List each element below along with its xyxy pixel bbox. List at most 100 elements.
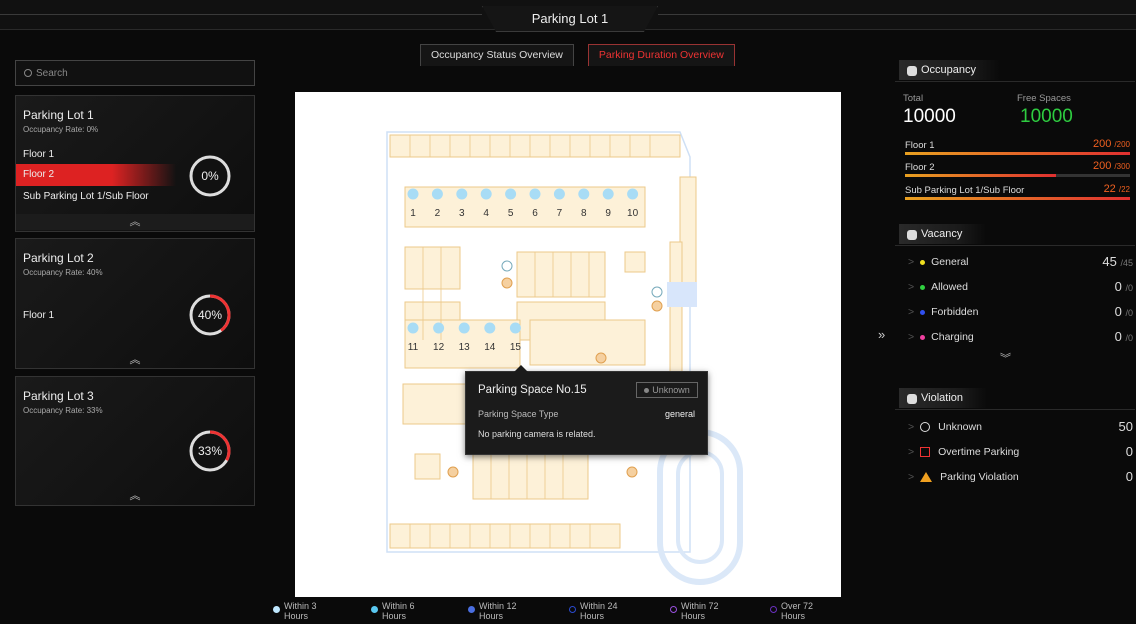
space-marker[interactable]	[456, 188, 468, 200]
legend-label: Within 72 Hours	[681, 601, 719, 621]
violation-row[interactable]: > Unknown 50	[908, 417, 1133, 437]
occupancy-bar	[905, 174, 1130, 177]
occupancy-icon	[907, 66, 917, 76]
space-number: 2	[435, 208, 441, 219]
tab-occupancy-status[interactable]: Occupancy Status Overview	[420, 44, 574, 66]
legend-item: Within 12 Hours	[468, 601, 534, 621]
header-line-left	[0, 14, 482, 15]
status-text: Unknown	[652, 385, 690, 395]
lot-card-2[interactable]: Parking Lot 2 Occupancy Rate: 40% Floor …	[15, 238, 255, 369]
space-marker[interactable]	[431, 188, 443, 200]
space-marker[interactable]	[407, 188, 419, 200]
camera-note: No parking camera is related.	[478, 429, 596, 439]
legend-dot	[670, 606, 677, 613]
space-marker[interactable]	[458, 322, 470, 334]
floor-item-selected[interactable]: Floor 2	[16, 164, 176, 186]
total-value: 10000	[903, 106, 956, 127]
legend-dot	[371, 606, 378, 613]
violation-title: Violation	[899, 388, 987, 408]
legend-label: Over 72 Hours	[781, 601, 814, 621]
expand-vacancy-icon[interactable]: ︾	[1000, 350, 1011, 366]
lot-list-panel: Search	[15, 60, 255, 86]
vacancy-row[interactable]: > Charging 0 /0	[908, 327, 1133, 347]
occupancy-ring: 33%	[188, 429, 232, 473]
violation-header: Violation	[895, 386, 1135, 410]
legend-item: Within 6 Hours	[371, 601, 437, 621]
space-number: 8	[581, 208, 587, 219]
lot-card-1[interactable]: Parking Lot 1 Occupancy Rate: 0% Floor 1…	[15, 95, 255, 232]
warning-icon	[920, 472, 933, 483]
legend-item: Within 24 Hours	[569, 601, 635, 621]
legend-label: Within 12 Hours	[479, 601, 517, 621]
space-marker[interactable]	[553, 188, 565, 200]
vacancy-row[interactable]: > Forbidden 0 /0	[908, 302, 1133, 322]
search-input[interactable]: Search	[15, 60, 255, 86]
vacancy-row[interactable]: > General 45 /45	[908, 252, 1133, 272]
lot-rate: Occupancy Rate: 33%	[23, 406, 103, 415]
occupancy-bar	[905, 197, 1130, 200]
legend-item: Within 72 Hours	[670, 601, 736, 621]
space-number: 5	[508, 208, 514, 219]
question-icon	[920, 422, 931, 433]
space-marker[interactable]	[602, 188, 614, 200]
occupancy-ring: 40%	[188, 293, 232, 337]
space-marker[interactable]	[578, 188, 590, 200]
tooltip-arrow	[514, 365, 528, 372]
space-marker[interactable]	[480, 188, 492, 200]
space-marker[interactable]	[407, 322, 419, 334]
lot-name: Parking Lot 2	[23, 251, 94, 265]
space-marker[interactable]	[529, 188, 541, 200]
occupancy-bar	[905, 152, 1130, 155]
occupancy-percent: 33%	[197, 444, 223, 458]
vacancy-icon	[907, 230, 917, 240]
header-line-right	[658, 14, 1136, 15]
search-placeholder: Search	[36, 67, 68, 79]
occupancy-ring: 0%	[188, 154, 232, 198]
occupancy-percent: 0%	[201, 169, 219, 183]
space-marker[interactable]	[509, 322, 521, 334]
legend-label: Within 6 Hours	[382, 601, 415, 621]
legend-dot	[273, 606, 280, 613]
violation-row[interactable]: > Overtime Parking 0	[908, 442, 1133, 462]
occupancy-title: Occupancy	[899, 60, 1001, 80]
status-badge: Unknown	[636, 382, 698, 398]
overtime-icon	[920, 447, 931, 458]
lot-card-3[interactable]: Parking Lot 3 Occupancy Rate: 33% 33% ︽	[15, 376, 255, 506]
expand-chevron-icon[interactable]: ︽	[16, 487, 254, 503]
space-number: 12	[433, 342, 445, 353]
space-number: 6	[532, 208, 538, 219]
space-marker[interactable]	[627, 188, 639, 200]
violation-row[interactable]: > Parking Violation 0	[908, 467, 1133, 487]
floor-item[interactable]: Floor 1	[16, 305, 176, 327]
legend-item: Within 3 Hours	[273, 601, 339, 621]
space-number: 3	[459, 208, 465, 219]
lot-rate: Occupancy Rate: 40%	[23, 268, 103, 277]
space-marker[interactable]	[505, 188, 517, 200]
vacancy-row[interactable]: > Allowed 0 /0	[908, 277, 1133, 297]
search-icon	[24, 69, 32, 77]
legend-label: Within 3 Hours	[284, 601, 317, 621]
floor-plan: 1 2 3 4 5 6 7 8 9 10 11 12 13 14 15	[386, 131, 743, 585]
violation-icon	[907, 394, 917, 404]
view-tabs: Occupancy Status Overview Parking Durati…	[420, 44, 735, 66]
tooltip-title: Parking Space No.15	[478, 384, 587, 396]
occupancy-floor-row: Floor 2 200 /300	[905, 160, 1130, 173]
panel-toggle-icon[interactable]: »	[878, 327, 885, 342]
free-label: Free Spaces	[1017, 93, 1071, 104]
tab-parking-duration[interactable]: Parking Duration Overview	[587, 44, 735, 66]
floor-item[interactable]: Floor 1	[16, 144, 176, 166]
lot-name: Parking Lot 3	[23, 389, 94, 403]
expand-chevron-icon[interactable]: ︽	[16, 351, 254, 367]
occupancy-percent: 40%	[197, 308, 223, 322]
space-marker[interactable]	[484, 322, 496, 334]
free-value: 10000	[1020, 106, 1073, 127]
space-number: 13	[459, 342, 471, 353]
space-number: 14	[484, 342, 496, 353]
space-marker[interactable]	[433, 322, 445, 334]
space-number: 7	[557, 208, 563, 219]
collapse-chevron-icon[interactable]: ︽	[16, 214, 254, 230]
space-number: 15	[510, 342, 522, 353]
legend-dot	[468, 606, 475, 613]
total-label: Total	[903, 93, 924, 104]
parking-map[interactable]: 1 2 3 4 5 6 7 8 9 10 11 12 13 14 15	[295, 92, 841, 597]
